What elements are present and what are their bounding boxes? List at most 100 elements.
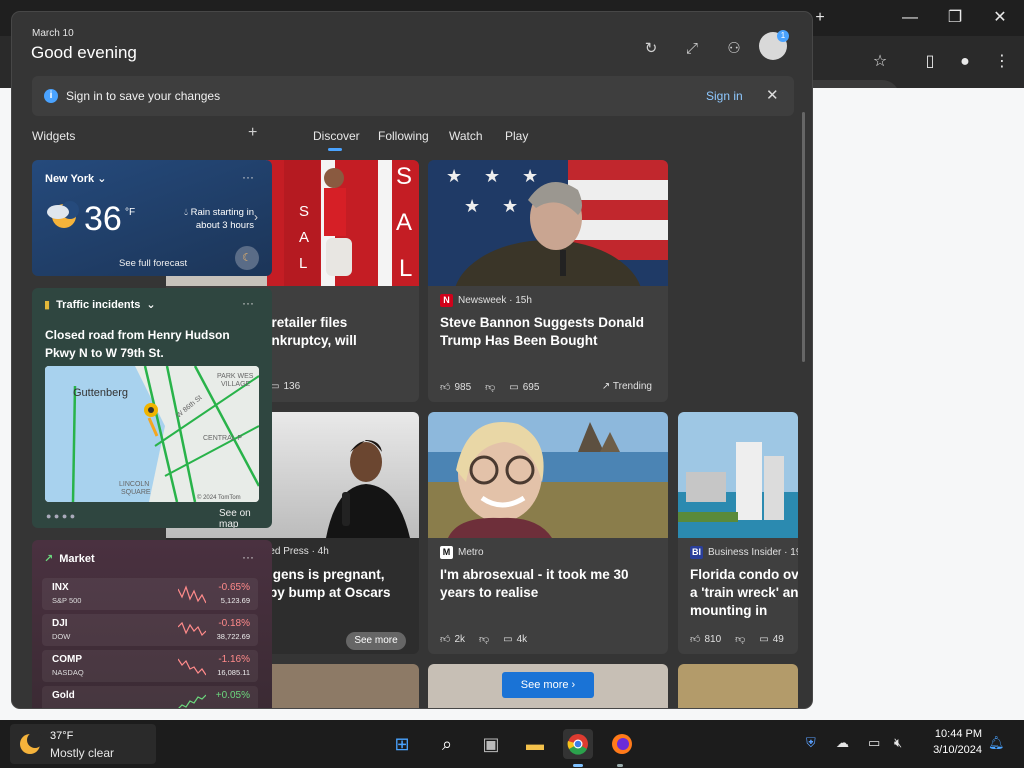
signin-banner: i Sign in to save your changes Sign in ✕	[32, 76, 794, 116]
news-card-bannon[interactable]: ★ ★ ★ ★ ★ N Newsweek · 15h Steve Bannon …	[428, 160, 668, 402]
minimize-icon[interactable]: —	[898, 8, 922, 28]
market-row[interactable]: COMP NASDAQ -1.16% 16,085.11	[42, 650, 258, 682]
signin-link[interactable]: Sign in	[706, 89, 743, 103]
like-stat[interactable]: 👍︎ 985	[440, 381, 471, 394]
market-symbol: DJI	[52, 618, 68, 629]
bookmark-star-icon[interactable]: ☆	[868, 52, 892, 72]
volume-mute-icon[interactable]: 🔇︎	[894, 735, 902, 751]
chevron-right-icon[interactable]: ›	[254, 210, 258, 224]
raindrop-icon: 💧︎	[184, 207, 188, 218]
market-change: -0.18%	[218, 618, 250, 629]
more-options-icon[interactable]: ···	[242, 170, 254, 184]
sparkline	[178, 658, 206, 676]
expand-icon[interactable]: ⤢	[681, 38, 703, 60]
news-card-partial[interactable]	[678, 664, 798, 708]
running-app-indicator	[617, 764, 623, 767]
full-forecast-link[interactable]: See full forecast	[119, 258, 187, 269]
taskbar-weather[interactable]: 37°F Mostly clear	[10, 724, 156, 764]
market-name: DOW	[52, 632, 71, 641]
chrome-icon[interactable]	[563, 729, 593, 759]
see-more-button[interactable]: See more ›	[502, 672, 594, 698]
people-icon[interactable]: ⚇	[723, 38, 745, 60]
business-insider-logo-icon: BI	[690, 546, 703, 559]
moon-cloud-icon	[47, 201, 79, 228]
chevron-right-icon: ›	[571, 679, 576, 691]
add-widget-icon[interactable]: +	[248, 124, 257, 142]
scrollbar[interactable]	[802, 112, 805, 362]
news-title[interactable]: Florida condo ov in a 'train wreck' and …	[690, 566, 798, 620]
tab-watch[interactable]: Watch	[449, 129, 483, 143]
news-title[interactable]: lgens is pregnant, by bump at Oscars	[269, 566, 419, 602]
sparkline	[178, 585, 206, 604]
clock-date[interactable]: 3/10/2024	[916, 744, 982, 756]
market-row[interactable]: Gold +0.05%	[42, 686, 258, 708]
news-title[interactable]: I'm abrosexual - it took me 30 years to …	[440, 566, 662, 602]
thumbs-up-icon: 👍︎	[440, 382, 451, 393]
comment-stat[interactable]: ▭ 49	[759, 634, 784, 645]
weather-location[interactable]: New York ⌄	[45, 172, 106, 185]
browser-menu-icon[interactable]: ⋮	[990, 52, 1014, 72]
thumbs-down-icon: 👎︎	[485, 382, 496, 393]
see-more-pill[interactable]: See more	[346, 632, 406, 650]
traffic-widget[interactable]: ▮ Traffic incidents ⌄ ··· Closed road from…	[32, 288, 272, 528]
moon-icon	[20, 732, 42, 754]
comment-stat[interactable]: ▭ 136	[270, 381, 300, 392]
more-options-icon[interactable]: ···	[242, 550, 254, 564]
market-row[interactable]: DJI DOW -0.18% 38,722.69	[42, 614, 258, 646]
comment-stat[interactable]: ▭ 4k	[503, 634, 527, 645]
news-image	[428, 412, 668, 538]
map-credit: © 2024 TomTom	[197, 494, 241, 501]
news-title[interactable]: Steve Bannon Suggests Donald Trump Has B…	[440, 314, 662, 350]
see-on-map-link[interactable]: See on map	[219, 508, 272, 528]
weather-temperature: 36	[84, 200, 122, 238]
refresh-icon[interactable]: ↻	[640, 38, 662, 60]
market-value: 5,123.69	[220, 596, 250, 605]
file-explorer-icon[interactable]: ▬	[520, 729, 550, 759]
firefox-icon[interactable]	[607, 729, 637, 759]
network-icon[interactable]: ▭	[868, 735, 880, 751]
stock-chart-icon: ↗	[44, 553, 54, 565]
cloud-icon[interactable]: ☁	[836, 735, 849, 751]
svg-text:★: ★	[464, 196, 480, 216]
task-view-icon[interactable]: ▣	[476, 729, 506, 759]
news-title[interactable]: l retailer files ankruptcy, will	[264, 314, 419, 350]
clock-time[interactable]: 10:44 PM	[926, 728, 982, 740]
news-card-florida-condo[interactable]: BI Business Insider · 19h Florida condo …	[678, 412, 798, 654]
close-icon[interactable]: ✕	[766, 86, 779, 104]
widgets-label: Widgets	[32, 129, 76, 143]
like-stat[interactable]: 👍︎ 2k	[440, 633, 465, 646]
taskbar-condition: Mostly clear	[50, 746, 115, 760]
svg-text:PARK WES: PARK WES	[217, 373, 254, 380]
svg-text:★: ★	[522, 166, 538, 186]
side-panel-icon[interactable]: ▯	[918, 52, 942, 72]
start-icon[interactable]: ⊞	[387, 729, 417, 759]
security-shield-icon[interactable]: ⛨	[806, 735, 816, 751]
more-options-icon[interactable]: ···	[242, 296, 254, 310]
traffic-headline[interactable]: Closed road from Henry Hudson Pkwy N to …	[45, 326, 255, 362]
dislike-button[interactable]: 👎︎	[485, 381, 495, 393]
metro-photo	[428, 412, 668, 538]
pagination-dots[interactable]: ● ● ● ●	[46, 511, 75, 521]
tab-discover[interactable]: Discover	[313, 129, 360, 143]
news-stats: 👍︎ 985 👎︎ ▭ 695	[440, 381, 539, 394]
tab-play[interactable]: Play	[505, 129, 528, 143]
dislike-button[interactable]: 👎︎	[479, 633, 489, 645]
dislike-button[interactable]: 👎︎	[735, 633, 745, 645]
news-source: N Newsweek · 15h	[440, 294, 532, 307]
weather-widget[interactable]: New York ⌄ ··· 36 °F 💧︎ Rain starting in…	[32, 160, 272, 276]
search-icon[interactable]: ⌕	[432, 729, 462, 759]
like-stat[interactable]: 👍︎ 810	[690, 633, 721, 646]
market-widget[interactable]: ↗ Market ··· INX S&P 500 -0.65% 5,123.69 DJI D…	[32, 540, 272, 708]
market-row[interactable]: INX S&P 500 -0.65% 5,123.69	[42, 578, 258, 610]
tab-following[interactable]: Following	[378, 129, 429, 143]
traffic-header[interactable]: ▮ Traffic incidents ⌄	[44, 298, 156, 312]
profile-icon[interactable]: ●	[953, 52, 977, 72]
tab-active-indicator	[328, 148, 342, 151]
restore-icon[interactable]: ❐	[943, 8, 967, 28]
notification-bell-icon[interactable]: 🔔︎	[988, 735, 1005, 751]
traffic-map[interactable]: Guttenberg PARK WES VILLAGE W 86th St CE…	[45, 366, 259, 502]
weather-unit: °F	[125, 207, 136, 218]
close-window-icon[interactable]: ✕	[988, 8, 1012, 28]
news-card-metro[interactable]: M Metro I'm abrosexual - it took me 30 y…	[428, 412, 668, 654]
comment-stat[interactable]: ▭ 695	[509, 382, 539, 393]
